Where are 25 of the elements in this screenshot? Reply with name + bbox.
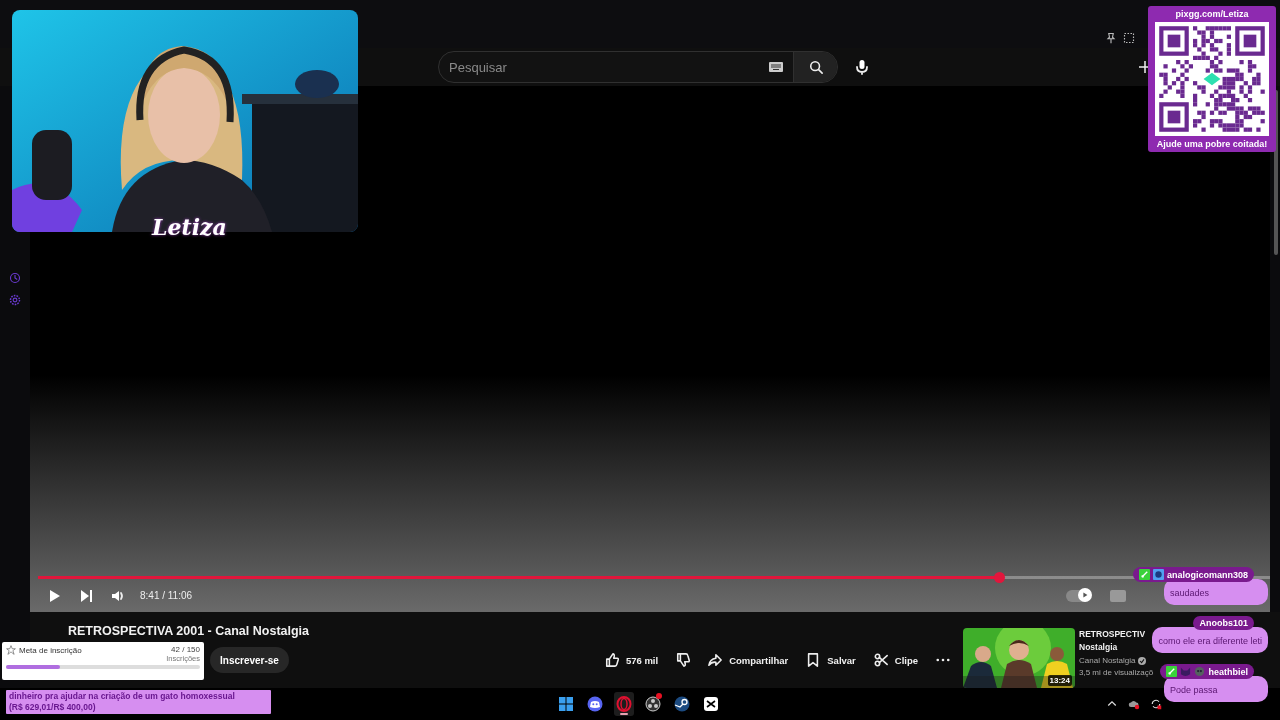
chat-username: analogicomann308 bbox=[1166, 569, 1248, 580]
widget-caption: Ajude uma pobre coitada! bbox=[1156, 138, 1268, 151]
goal-label: Meta de inscrição bbox=[19, 646, 82, 655]
video-title: RETROSPECTIVA 2001 - Canal Nostalgia bbox=[68, 624, 310, 638]
channel-name[interactable]: Canal Nostalgia bbox=[1079, 656, 1136, 665]
clip-button[interactable]: Clipe bbox=[873, 650, 919, 670]
widget-header: pixgg.com/Letiza bbox=[1175, 8, 1249, 21]
time-display: 8:41 / 11:06 bbox=[140, 590, 193, 601]
video-title[interactable]: Nostalgia bbox=[1079, 641, 1118, 654]
stream-logo: Letiza bbox=[152, 214, 227, 240]
video-title[interactable]: RETROSPECTIV bbox=[1079, 628, 1146, 641]
video-duration: 13:24 bbox=[1047, 675, 1072, 686]
chat-message: como ele era diferente leti bbox=[1152, 627, 1268, 653]
share-button[interactable]: Compartilhar bbox=[708, 650, 789, 670]
view-count: 3,5 mi de visualizaçõ bbox=[1079, 668, 1154, 677]
chat-username: heathbiel bbox=[1208, 666, 1248, 677]
search-bar[interactable]: Pesquisar bbox=[438, 51, 838, 83]
donation-goal-text: dinheiro pra ajudar na criação de um gato homoxessual (R$ 629,01/R$ 400,00) bbox=[6, 690, 271, 714]
goal-count: 42 / 150 bbox=[171, 645, 200, 654]
subscribe-button[interactable]: Inscrever-se bbox=[210, 647, 289, 673]
like-button[interactable]: 576 mil bbox=[604, 650, 659, 670]
save-button[interactable]: Salvar bbox=[806, 650, 856, 670]
chat-username: Anoobs101 bbox=[1199, 618, 1248, 628]
donation-amount: (R$ 629,01/R$ 400,00) bbox=[9, 702, 97, 713]
search-field[interactable]: Pesquisar bbox=[439, 58, 769, 76]
